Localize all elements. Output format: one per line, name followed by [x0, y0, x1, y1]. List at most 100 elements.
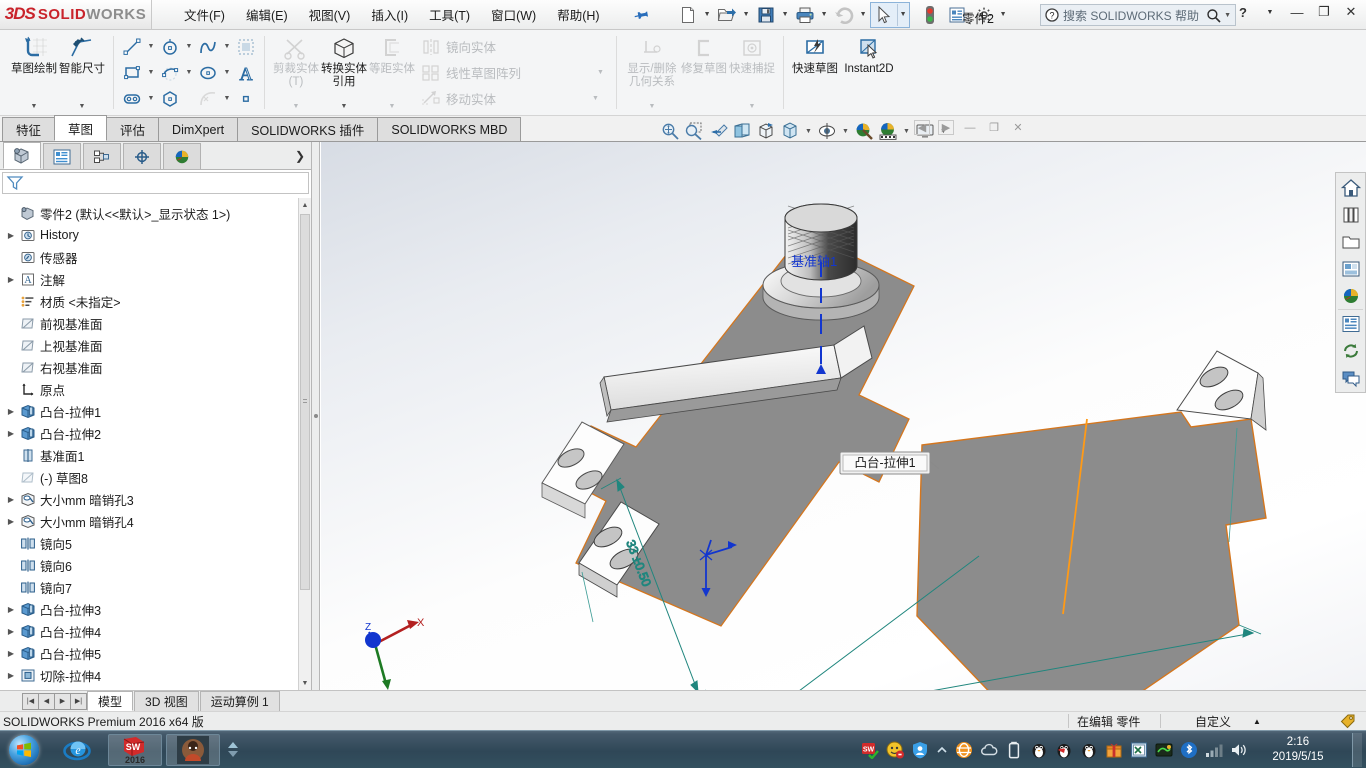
tree-arrow[interactable]: ▶ — [4, 429, 18, 438]
tree-item-cut-extrude-4[interactable]: ▶ 切除-拉伸4 — [0, 664, 311, 686]
rapid-sketch-button[interactable]: 快速草图 — [791, 32, 839, 113]
menu-item-window[interactable]: 窗口(W) — [489, 3, 538, 26]
close-button[interactable]: ✕ — [1342, 4, 1360, 20]
panel-splitter[interactable] — [312, 142, 320, 690]
tree-item-origin[interactable]: ▶ 原点 — [0, 378, 311, 400]
scroll-down-arrow[interactable]: ▼ — [299, 676, 311, 690]
offset-entities-button[interactable]: 等距实体 ▼ — [368, 32, 416, 113]
tree-item-front-plane[interactable]: ▶ 前视基准面 — [0, 312, 311, 334]
tree-item-sensors[interactable]: ▶ 传感器 — [0, 246, 311, 268]
section-view-button[interactable] — [730, 119, 754, 143]
ellipse-tool-button[interactable] — [195, 61, 221, 85]
comments-button[interactable] — [1336, 364, 1365, 391]
tag-icon[interactable] — [1340, 713, 1356, 729]
graphics-restore-button[interactable]: ❐ — [986, 121, 1002, 134]
tree-item-boss-extrude-5[interactable]: ▶ 凸台-拉伸5 — [0, 642, 311, 664]
internet-explorer-item[interactable]: e — [50, 734, 104, 766]
menu-item-edit[interactable]: 编辑(E) — [244, 3, 290, 26]
save-document-button[interactable] — [753, 3, 779, 27]
tree-arrow[interactable]: ▶ — [4, 407, 18, 416]
expand-panel-button[interactable]: ❯ — [295, 149, 305, 169]
status-custom-arrow[interactable]: ▲ — [1253, 717, 1261, 726]
file-explorer-button[interactable] — [1336, 228, 1365, 255]
circle-tool-button[interactable] — [157, 35, 183, 59]
model-canvas[interactable]: 基准轴1 33 ±0.50 凸台-拉伸1 X Z — [321, 142, 1366, 690]
tree-item-right-plane[interactable]: ▶ 右视基准面 — [0, 356, 311, 378]
options-dropdown[interactable]: ▼ — [998, 3, 1009, 27]
tree-arrow[interactable]: ▶ — [4, 517, 18, 526]
dashed-box-tool-button[interactable] — [233, 35, 259, 59]
offset-entities-dropdown[interactable]: ▼ — [389, 103, 396, 113]
excel-tray-icon[interactable] — [1130, 741, 1148, 759]
start-button[interactable] — [2, 733, 46, 767]
rebuild-button[interactable] — [917, 3, 943, 27]
tab-evaluate[interactable]: 评估 — [106, 117, 160, 141]
gift-tray-icon[interactable] — [1105, 741, 1123, 759]
tree-item-plane-1[interactable]: ▶ 基准面1 — [0, 444, 311, 466]
linear-pattern-dropdown[interactable]: ▼ — [597, 69, 604, 76]
zoom-to-area-button[interactable] — [682, 119, 706, 143]
solidworks-tray-icon[interactable]: SW — [861, 741, 879, 759]
repair-sketch-button[interactable]: 修复草图 — [680, 32, 728, 113]
hide-show-items-dropdown[interactable]: ▼ — [839, 119, 852, 143]
move-entities-button[interactable]: 移动实体 ▼ — [418, 85, 604, 111]
green-app-tray-icon[interactable] — [1155, 741, 1173, 759]
move-entities-dropdown[interactable]: ▼ — [592, 95, 599, 102]
first-tab-button[interactable]: |◀ — [22, 692, 39, 710]
select-tool-dropdown[interactable]: ▼ — [898, 3, 909, 27]
line-tool-button[interactable] — [119, 35, 145, 59]
help-search-box[interactable]: ? 搜索 SOLIDWORKS 帮助 ▼ — [1040, 4, 1236, 26]
open-document-dropdown[interactable]: ▼ — [741, 3, 752, 27]
spline-tool-button[interactable] — [195, 35, 221, 59]
tree-arrow[interactable]: ▶ — [4, 275, 18, 284]
volume-tray-icon[interactable] — [1230, 741, 1248, 759]
knurl-top-face[interactable] — [784, 203, 858, 233]
tab-3dview[interactable]: 3D 视图 — [134, 691, 199, 711]
graphics-area[interactable]: 基准轴1 33 ±0.50 凸台-拉伸1 X Z — [321, 142, 1366, 690]
tree-arrow[interactable]: ▶ — [4, 649, 18, 658]
new-document-button[interactable] — [675, 3, 701, 27]
tree-item-sketch-8[interactable]: ▶ (-) 草图8 — [0, 466, 311, 488]
hide-show-items-button[interactable] — [815, 119, 839, 143]
slot-tool-button[interactable] — [119, 87, 145, 111]
taskbar-scroll-down[interactable] — [228, 751, 238, 757]
property-manager-tab[interactable] — [43, 143, 81, 169]
view-orientation-button[interactable] — [754, 119, 778, 143]
tab-dimxpert[interactable]: DimXpert — [158, 117, 239, 141]
tree-item-boss-extrude-2[interactable]: ▶ 凸台-拉伸2 — [0, 422, 311, 444]
last-tab-button[interactable]: ▶| — [70, 692, 87, 710]
scroll-thumb[interactable] — [300, 214, 310, 590]
tab-model[interactable]: 模型 — [87, 691, 134, 711]
mirror-entities-button[interactable]: 镜向实体 — [418, 34, 604, 60]
tree-item-boss-extrude-1[interactable]: ▶ 凸台-拉伸1 — [0, 400, 311, 422]
plate-top-face[interactable] — [916, 411, 1267, 690]
tree-arrow[interactable]: ▶ — [4, 231, 18, 240]
taskbar-scroll[interactable] — [224, 734, 242, 766]
recycle-button[interactable] — [1336, 337, 1365, 364]
help-button[interactable]: ? — [1234, 5, 1252, 20]
new-document-dropdown[interactable]: ▼ — [702, 3, 713, 27]
convert-entities-dropdown[interactable]: ▼ — [341, 103, 348, 113]
taskbar-scroll-up[interactable] — [228, 742, 238, 748]
tree-arrow[interactable]: ▶ — [4, 605, 18, 614]
antivirus-tray-icon[interactable] — [886, 741, 904, 759]
print-document-button[interactable] — [792, 3, 818, 27]
text-tool-button[interactable]: A — [233, 61, 259, 85]
spline-tool-dropdown[interactable]: ▼ — [222, 35, 232, 59]
tree-arrow[interactable]: ▶ — [4, 495, 18, 504]
show-desktop-button[interactable] — [1352, 732, 1362, 767]
feature-tree-filter[interactable] — [2, 172, 309, 194]
qq-tray-icon-3[interactable] — [1080, 741, 1098, 759]
tree-item-history[interactable]: ▶ History — [0, 224, 311, 246]
slot-tool-dropdown[interactable]: ▼ — [146, 87, 156, 111]
previous-view-button[interactable] — [706, 119, 730, 143]
undo-button[interactable] — [831, 3, 857, 27]
feature-tree-scrollbar[interactable]: ▲ ▼ — [298, 198, 311, 690]
display-style-dropdown[interactable]: ▼ — [802, 119, 815, 143]
display-delete-relations-dropdown[interactable]: ▼ — [648, 103, 655, 113]
menu-item-help[interactable]: 帮助(H) — [555, 3, 601, 26]
next-tab-button[interactable]: ▶ — [54, 692, 71, 710]
cloud-tray-icon[interactable] — [980, 741, 998, 759]
smart-dimension-dropdown[interactable]: ▼ — [79, 103, 86, 113]
tree-item-mirror-5[interactable]: ▶ 镜向5 — [0, 532, 311, 554]
